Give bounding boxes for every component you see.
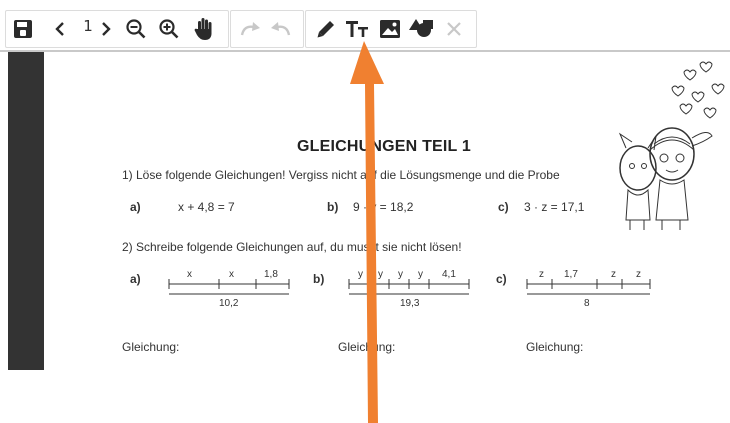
diagram-c-part-2: 1,7 xyxy=(564,269,578,280)
pan-tool-button[interactable] xyxy=(190,15,218,43)
eq-b-label: b) xyxy=(327,200,339,214)
chevron-left-icon xyxy=(55,22,64,36)
close-icon xyxy=(447,22,461,36)
save-icon xyxy=(14,20,32,38)
redo-button[interactable] xyxy=(237,15,265,43)
eq-c-label: c) xyxy=(498,200,509,214)
undo-icon xyxy=(271,22,291,36)
gleichung-c-label: Gleichung: xyxy=(526,340,584,354)
redo-icon xyxy=(240,22,260,36)
text-size-icon xyxy=(346,21,368,37)
toolbar: 1 xyxy=(0,0,730,50)
text-tool-button[interactable] xyxy=(343,15,371,43)
gleichung-b-label: Gleichung: xyxy=(338,340,396,354)
diagram-c-part-3: z xyxy=(611,269,616,280)
undo-button[interactable] xyxy=(266,15,294,43)
diagram-a-label: a) xyxy=(130,272,141,286)
image-tool-button[interactable] xyxy=(376,15,404,43)
zoom-in-icon xyxy=(159,19,179,39)
previous-page-button[interactable] xyxy=(46,15,74,43)
diagram-c-part-1: z xyxy=(539,269,544,280)
diagram-b-part-1: y xyxy=(358,269,363,280)
diagram-b-part-5: 4,1 xyxy=(442,269,456,280)
worksheet-illustration xyxy=(618,61,725,230)
save-button[interactable] xyxy=(9,15,37,43)
diagram-c-total: 8 xyxy=(584,298,590,309)
eq-c: 3 · z = 17,1 xyxy=(524,200,585,214)
document-page: GLEICHUNGEN TEIL 1 1) Löse folgende Glei… xyxy=(44,52,730,370)
pencil-icon xyxy=(317,21,334,38)
diagram-b-part-4: y xyxy=(418,269,423,280)
pencil-tool-button[interactable] xyxy=(312,15,340,43)
diagram-a-total: 10,2 xyxy=(219,298,239,309)
diagram-a-part-1: x xyxy=(187,269,192,280)
zoom-in-button[interactable] xyxy=(155,15,183,43)
task-1-text: 1) Löse folgende Gleichungen! Vergiss ni… xyxy=(122,168,560,182)
diagram-c-part-4: z xyxy=(636,269,641,280)
chevron-right-icon xyxy=(102,22,111,36)
diagram-b-total: 19,3 xyxy=(400,298,420,309)
image-icon xyxy=(380,20,400,38)
diagram-b-part-2: y xyxy=(378,269,383,280)
diagram-c-label: c) xyxy=(496,272,507,286)
diagram-a-part-2: x xyxy=(229,269,234,280)
diagram-b-label: b) xyxy=(313,272,325,286)
eq-b: 9 · y = 18,2 xyxy=(353,200,414,214)
zoom-out-button[interactable] xyxy=(122,15,150,43)
shapes-icon xyxy=(409,19,433,37)
diagram-b-part-3: y xyxy=(398,269,403,280)
diagram-a-part-3: 1,8 xyxy=(264,269,278,280)
eq-a-label: a) xyxy=(130,200,141,214)
hand-pan-icon xyxy=(194,18,212,40)
task-2-text: 2) Schreibe folgende Gleichungen auf, du… xyxy=(122,240,462,254)
zoom-out-icon xyxy=(126,19,146,39)
eq-a: x + 4,8 = 7 xyxy=(178,200,235,214)
sidebar-strip xyxy=(8,52,44,370)
gleichung-a-label: Gleichung: xyxy=(122,340,180,354)
next-page-button[interactable] xyxy=(92,15,120,43)
worksheet-title: GLEICHUNGEN TEIL 1 xyxy=(297,138,471,155)
close-annotation-button[interactable] xyxy=(440,15,468,43)
shapes-tool-button[interactable] xyxy=(408,15,436,43)
